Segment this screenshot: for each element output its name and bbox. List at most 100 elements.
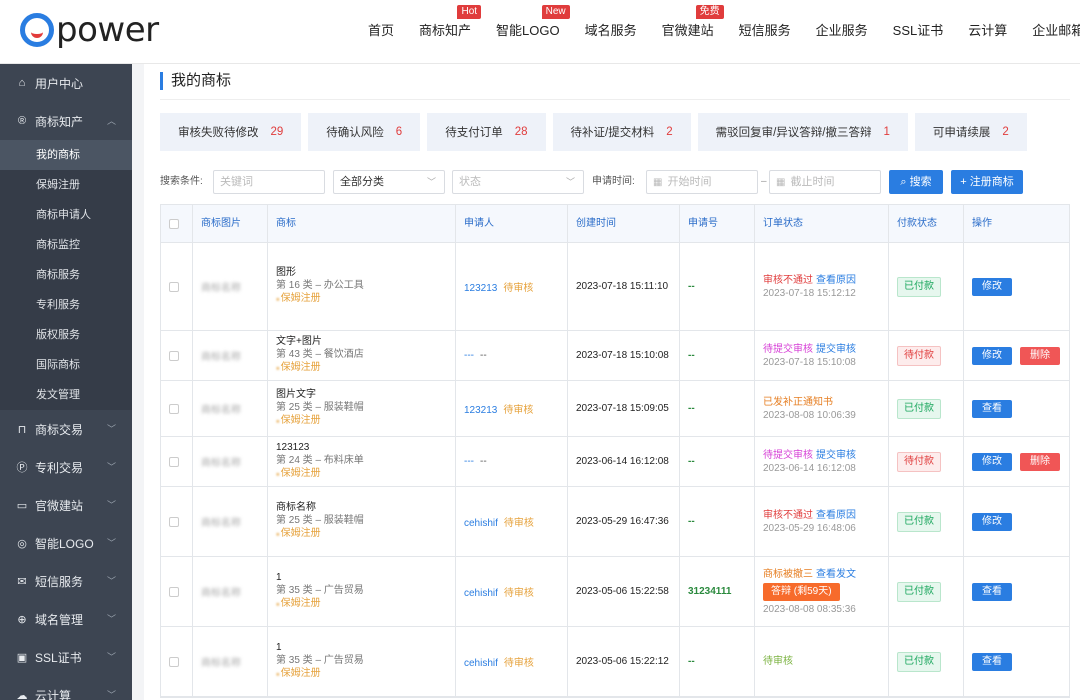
- trademark-cell: 图形第 16 类 – 办公工具保姆注册: [268, 243, 456, 330]
- row-select-cell: [161, 557, 193, 626]
- applicant-name[interactable]: cehishif: [464, 588, 498, 599]
- nav-item[interactable]: SSL证书: [893, 0, 944, 64]
- message-icon: ✉: [17, 575, 27, 588]
- trademark-cell: 123123 第 24 类 – 布料床单保姆注册: [268, 437, 456, 486]
- nav-label: 云计算: [968, 23, 1008, 38]
- sidebar-subitem[interactable]: 国际商标: [0, 350, 132, 380]
- row-checkbox[interactable]: [169, 350, 179, 361]
- created-time: 2023-05-29 16:47:36: [576, 516, 669, 527]
- category-select[interactable]: 全部分类 ﹀: [333, 170, 445, 194]
- sidebar-item-label: 域名管理: [35, 612, 84, 627]
- order-status-cell: 已发补正通知书 2023-08-08 10:06:39: [755, 381, 889, 436]
- trademark-image-cell: 商标名称: [193, 437, 268, 486]
- sidebar-group[interactable]: ◎ 智能LOGO ﹀: [0, 524, 132, 562]
- status-link[interactable]: 查看发文: [816, 569, 856, 580]
- argue-button[interactable]: 答辩 (剩59天): [763, 582, 840, 601]
- select-all-checkbox[interactable]: [169, 218, 179, 229]
- sidebar-group[interactable]: ✉ 短信服务 ﹀: [0, 562, 132, 600]
- trademark-cell: 1 第 35 类 – 广告贸易保姆注册: [268, 557, 456, 626]
- nav-badge: 免费: [695, 5, 724, 19]
- sidebar-subitem[interactable]: 商标申请人: [0, 200, 132, 230]
- sidebar-group[interactable]: ▣ SSL证书 ﹀: [0, 638, 132, 676]
- action-button[interactable]: 查看: [972, 652, 1012, 671]
- status-select[interactable]: 状态 ﹀: [452, 170, 584, 194]
- action-button[interactable]: 修改: [972, 277, 1012, 296]
- nav-item[interactable]: 域名服务: [585, 0, 637, 64]
- sidebar-subitem[interactable]: 商标监控: [0, 230, 132, 260]
- action-button[interactable]: 查看: [972, 582, 1012, 601]
- trademark-image-cell: 商标名称: [193, 557, 268, 626]
- nav-item[interactable]: 企业邮箱: [1032, 0, 1080, 64]
- sidebar-item-label: 商标交易: [35, 422, 84, 437]
- start-date-input[interactable]: ▦ 开始时间: [646, 170, 758, 194]
- nav-item[interactable]: 官微建站 免费: [662, 0, 724, 64]
- action-button[interactable]: 修改: [972, 452, 1012, 471]
- sidebar-subitem[interactable]: 保姆注册: [0, 170, 132, 200]
- row-select-cell: [161, 331, 193, 380]
- sidebar-subitem[interactable]: 专利服务: [0, 290, 132, 320]
- applicant-name[interactable]: 123213: [464, 405, 497, 416]
- sidebar-item-label: 商标知产: [35, 114, 84, 129]
- sidebar-group[interactable]: ⊕ 域名管理 ﹀: [0, 600, 132, 638]
- application-number-cell: --: [680, 627, 755, 696]
- sidebar-subitem[interactable]: 发文管理: [0, 380, 132, 410]
- nav-item[interactable]: 云计算: [968, 0, 1007, 64]
- created-time-cell: 2023-05-06 15:22:12: [568, 627, 680, 696]
- nav-item[interactable]: 短信服务: [739, 0, 791, 64]
- register-trademark-button[interactable]: + 注册商标: [951, 170, 1023, 194]
- status-link[interactable]: 提交审核: [816, 344, 856, 355]
- status-link[interactable]: 提交审核: [816, 450, 856, 461]
- column-header: 创建时间: [568, 205, 680, 242]
- row-checkbox[interactable]: [169, 586, 179, 597]
- row-checkbox[interactable]: [169, 456, 179, 467]
- sidebar-group[interactable]: ▭ 官微建站 ﹀: [0, 486, 132, 524]
- applicant-name[interactable]: cehishif: [464, 658, 498, 669]
- status-link[interactable]: 查看原因: [816, 510, 856, 521]
- sidebar-group[interactable]: Ⓟ 专利交易 ﹀: [0, 448, 132, 486]
- home-icon: ⌂: [18, 77, 26, 89]
- sidebar-item-user-center[interactable]: ⌂ 用户中心: [0, 64, 132, 102]
- payment-status-cell: 已付款: [889, 243, 964, 330]
- stat-card[interactable]: 待补证/提交材料 2: [552, 113, 691, 151]
- sidebar-item-ip[interactable]: ® 商标知产 ︿: [0, 102, 132, 140]
- applicant-name[interactable]: ---: [464, 456, 474, 467]
- row-checkbox[interactable]: [169, 656, 179, 667]
- stat-card[interactable]: 待确认风险 6: [308, 113, 421, 151]
- action-button[interactable]: 修改: [972, 346, 1012, 365]
- end-date-input[interactable]: ▦ 截止时间: [769, 170, 881, 194]
- keyword-input[interactable]: 关键词: [213, 170, 325, 194]
- sidebar-group[interactable]: ☁ 云计算 ﹀: [0, 676, 132, 700]
- column-header: 操作: [972, 218, 992, 229]
- action-button[interactable]: 查看: [972, 399, 1012, 418]
- stat-card[interactable]: 需驳回复审/异议答辩/撤三答辩 1: [697, 113, 908, 151]
- row-checkbox[interactable]: [169, 403, 179, 414]
- delete-button[interactable]: 删除: [1020, 452, 1060, 471]
- row-checkbox[interactable]: [169, 516, 179, 527]
- stat-card[interactable]: 审核失败待修改 29: [160, 113, 302, 151]
- applicant-cell: --- --: [456, 331, 568, 380]
- applicant-name[interactable]: 123213: [464, 283, 497, 294]
- status-time: 2023-06-14 16:12:08: [763, 462, 856, 474]
- row-checkbox[interactable]: [169, 281, 179, 292]
- stat-card[interactable]: 待支付订单 28: [427, 113, 546, 151]
- trademark-class: 第 43 类 – 餐饮酒店: [276, 349, 364, 360]
- stat-label: 待确认风险: [326, 127, 384, 139]
- status-time: 2023-08-08 08:35:36: [763, 603, 856, 615]
- action-button[interactable]: 修改: [972, 512, 1012, 531]
- chevron-down-icon: ﹀: [106, 690, 116, 700]
- search-button[interactable]: ⌕ 搜索: [889, 170, 943, 194]
- sidebar-group[interactable]: ⊓ 商标交易 ﹀: [0, 410, 132, 448]
- nav-item[interactable]: 智能LOGO New: [496, 0, 570, 64]
- nav-item[interactable]: 企业服务: [816, 0, 868, 64]
- applicant-name[interactable]: ---: [464, 350, 474, 361]
- epower-logo[interactable]: power: [20, 12, 159, 48]
- delete-button[interactable]: 删除: [1020, 346, 1060, 365]
- nav-item[interactable]: 首页: [368, 0, 394, 64]
- sidebar-subitem[interactable]: 版权服务: [0, 320, 132, 350]
- nav-item[interactable]: 商标知产 Hot: [419, 0, 482, 64]
- status-link[interactable]: 查看原因: [816, 275, 856, 286]
- sidebar-subitem[interactable]: 我的商标: [0, 140, 132, 170]
- stat-card[interactable]: 可申请续展 2: [914, 113, 1027, 151]
- applicant-name[interactable]: cehishif: [464, 518, 498, 529]
- sidebar-subitem[interactable]: 商标服务: [0, 260, 132, 290]
